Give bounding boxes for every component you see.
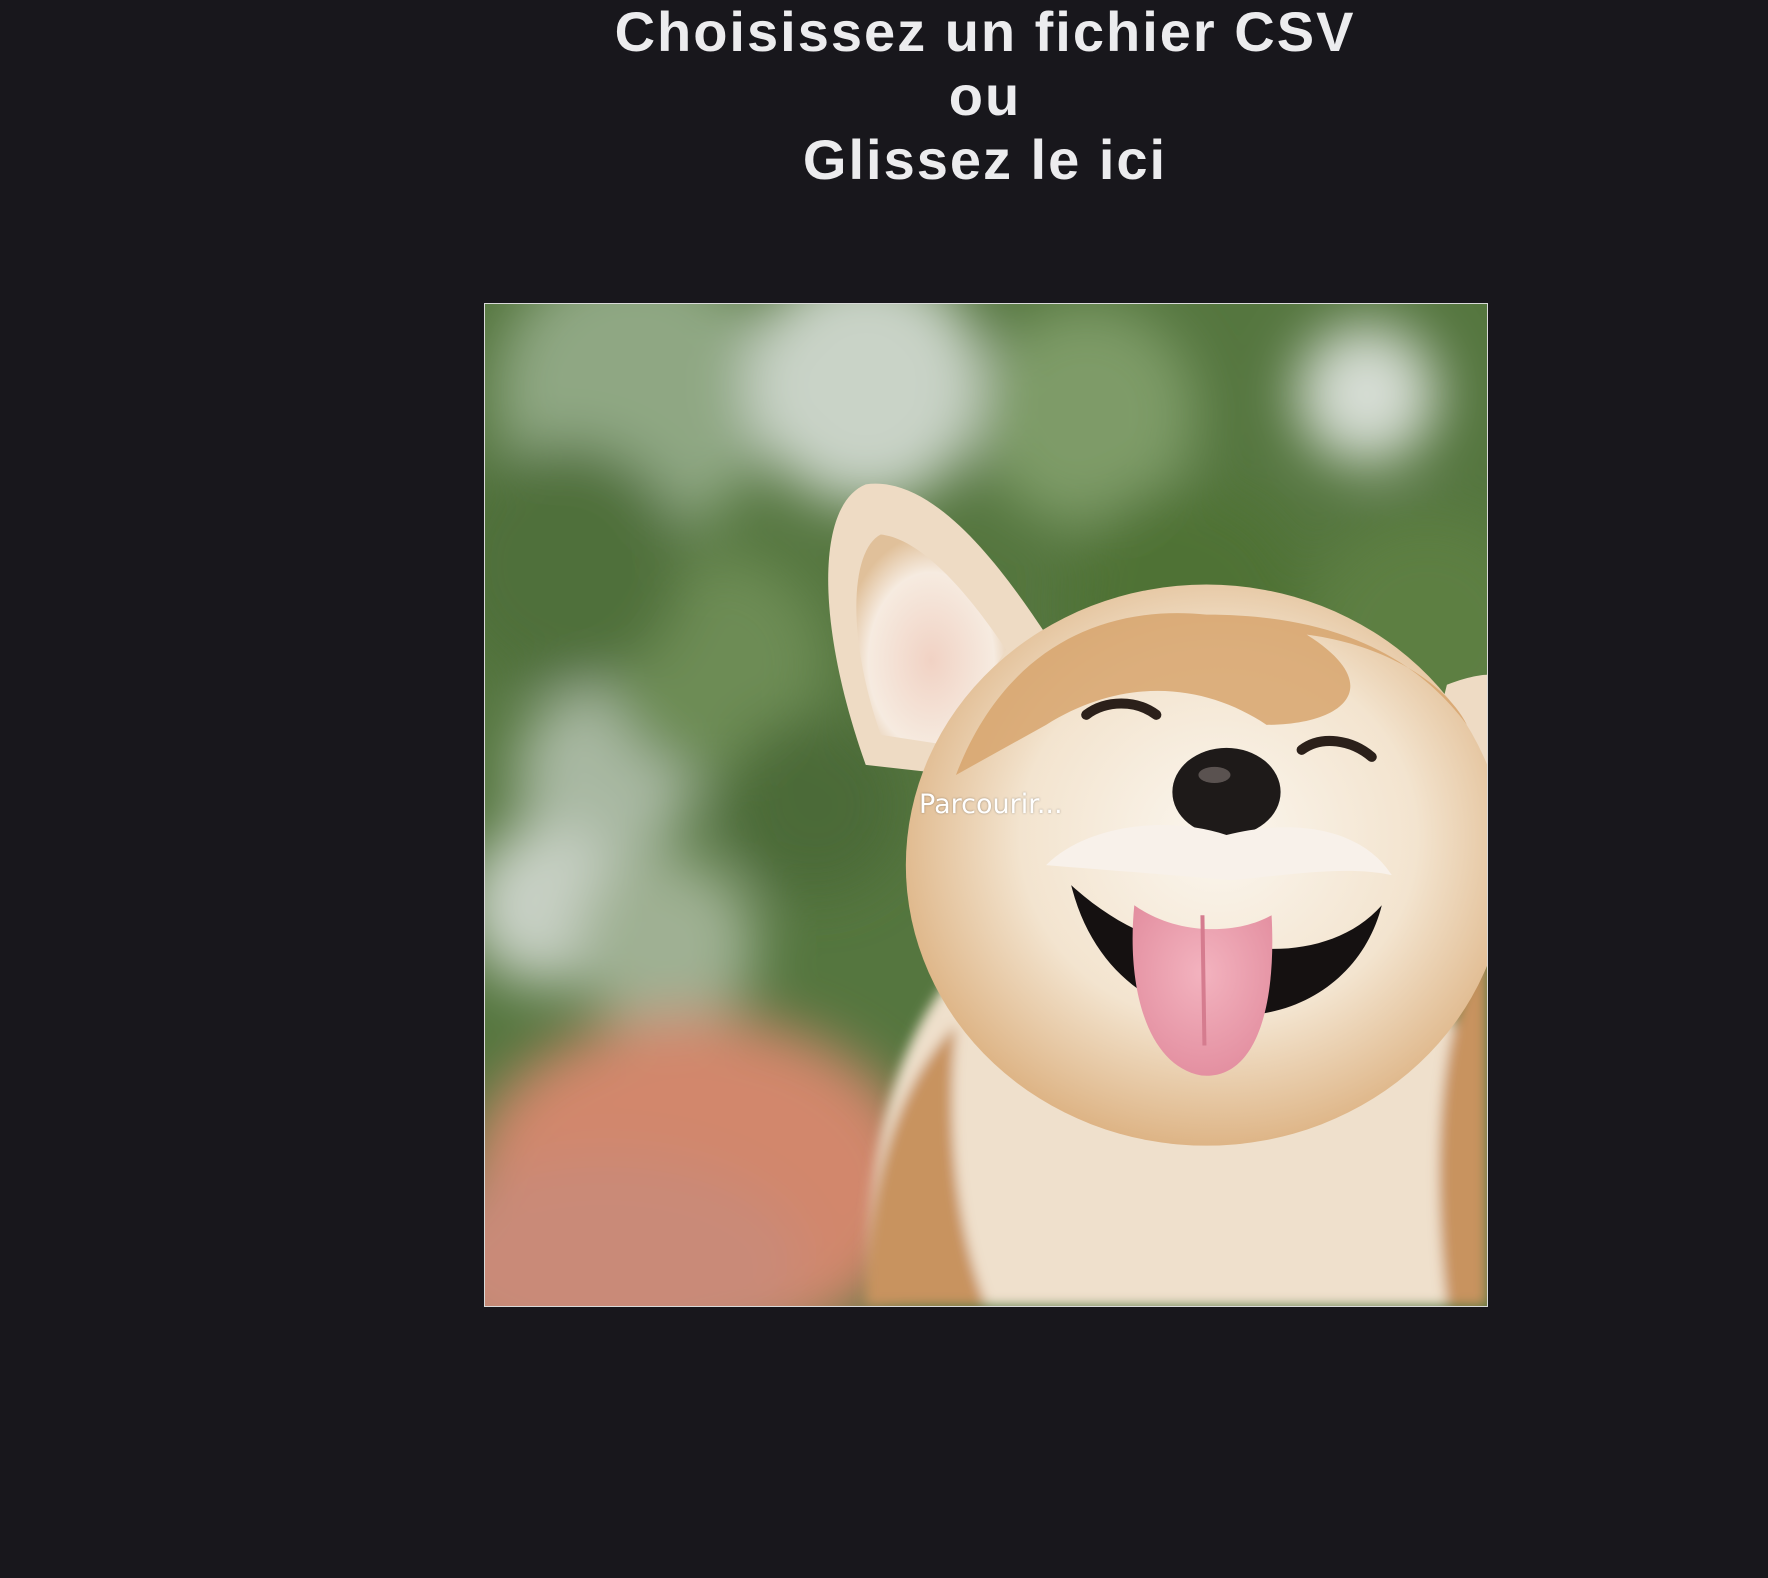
heading-line-or: ou	[948, 64, 1022, 127]
upload-heading: Choisissez un fichier CSV ou Glissez le …	[0, 0, 1768, 192]
csv-upload-page: Choisissez un fichier CSV ou Glissez le …	[0, 0, 1768, 1578]
csv-dropzone[interactable]: Parcourir...	[484, 303, 1488, 1307]
heading-line-choose: Choisissez un fichier CSV	[614, 0, 1356, 63]
heading-line-drop: Glissez le ici	[802, 128, 1168, 191]
